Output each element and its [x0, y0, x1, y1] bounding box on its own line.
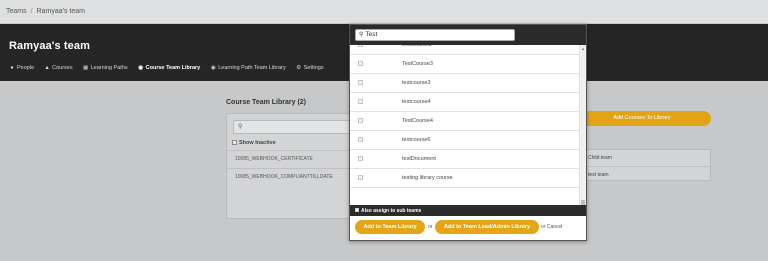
add-to-lead-admin-library-button[interactable]: Add to Team Lead/Admin Library — [435, 220, 539, 234]
add-to-team-library-button[interactable]: Add to Team Library — [355, 220, 425, 234]
course-checkbox[interactable] — [358, 99, 363, 104]
gear-icon: ⚙ — [296, 65, 302, 71]
course-item[interactable]: testCourse2 — [350, 45, 579, 55]
nav-item-learning-path-team-library[interactable]: ◉ Learning Path Team Library — [210, 65, 286, 71]
course-checkbox[interactable] — [358, 118, 363, 123]
nav-label: Courses — [52, 65, 73, 71]
course-item[interactable]: testDocument — [350, 150, 579, 169]
course-name: testcourse4 — [402, 99, 431, 105]
breadcrumb-current: Ramyaa's team — [36, 8, 85, 15]
modal-footer: Add to Team Library or Add to Team Lead/… — [350, 216, 586, 240]
breadcrumb-separator: / — [30, 8, 33, 15]
breadcrumb-teams-link[interactable]: Teams — [6, 8, 27, 15]
nav-label: Course Team Library — [145, 65, 201, 71]
nav-item-courses[interactable]: ▲ Courses — [44, 65, 72, 71]
nav-item-people[interactable]: ● People — [9, 65, 34, 71]
search-value: Test — [365, 31, 378, 38]
course-name: testing library course — [402, 175, 453, 181]
nav-label: Learning Paths — [90, 65, 128, 71]
library-title: Course Team Library (2) — [226, 99, 307, 106]
scroll-up-arrow-icon[interactable]: ▲ — [581, 46, 585, 51]
add-courses-modal: ⚲ Test testCourse2 TestCourse3 testcourse… — [349, 24, 587, 241]
cancel-link[interactable]: or Cancel — [541, 224, 562, 230]
sub-team-item[interactable]: Child team — [574, 150, 710, 165]
course-name: testDocument — [402, 156, 436, 162]
course-checkbox[interactable] — [358, 156, 363, 161]
search-icon: ⚲ — [359, 32, 364, 38]
show-inactive-checkbox[interactable] — [232, 140, 237, 145]
course-item[interactable]: testcourse4 — [350, 93, 579, 112]
course-checkbox[interactable] — [358, 137, 363, 142]
course-item[interactable]: testing library course — [350, 169, 579, 188]
nav-item-learning-paths[interactable]: ▦ Learning Paths — [83, 65, 128, 71]
users-icon: ◉ — [138, 65, 144, 71]
graduation-cap-icon: ▲ — [44, 65, 50, 71]
library-card: ⚲ Show Inactive 10085_WEBHOOK_CERTIFICAT… — [226, 113, 354, 219]
course-checkbox[interactable] — [358, 45, 363, 47]
show-inactive-toggle[interactable]: Show Inactive — [232, 140, 276, 146]
search-icon: ⚲ — [238, 124, 243, 130]
library-search-input[interactable]: ⚲ — [233, 120, 351, 134]
course-list-scrollbar[interactable]: ▲ — [579, 45, 586, 227]
assign-sub-teams-option[interactable]: Also assign to sub teams — [350, 205, 586, 216]
person-icon: ● — [10, 65, 14, 71]
users-icon: ◉ — [210, 65, 216, 71]
course-item[interactable]: TestCourse4 — [350, 112, 579, 131]
assign-sub-teams-label: Also assign to sub teams — [361, 208, 422, 214]
course-name: testcourse3 — [402, 80, 431, 86]
course-search-input[interactable]: ⚲ Test — [355, 29, 515, 41]
course-item[interactable]: TestCourse3 — [350, 55, 579, 74]
nav-label: People — [17, 65, 35, 71]
course-checkbox[interactable] — [358, 175, 363, 180]
course-list: testCourse2 TestCourse3 testcourse3 test… — [350, 45, 586, 227]
add-courses-to-library-button[interactable]: Add Courses To Library — [573, 111, 711, 126]
page-title: Ramyaa's team — [9, 40, 90, 52]
course-name: testCourse2 — [402, 45, 432, 48]
sub-team-item[interactable]: test team — [574, 166, 710, 181]
nav-label: Learning Path Team Library — [218, 65, 286, 71]
course-name: testcourse6 — [402, 137, 431, 143]
show-inactive-label: Show Inactive — [239, 140, 276, 146]
nav-label: Settings — [303, 65, 324, 71]
assign-sub-teams-checkbox[interactable] — [355, 208, 359, 212]
course-name: TestCourse3 — [402, 61, 433, 67]
course-checkbox[interactable] — [358, 61, 363, 66]
nav-item-course-team-library[interactable]: ◉ Course Team Library — [138, 65, 201, 71]
book-icon: ▦ — [83, 65, 89, 71]
modal-header: ⚲ Test — [350, 25, 586, 45]
library-row[interactable]: 10085_WEBHOOK_COMPLIANTTILLDATE — [227, 168, 353, 186]
breadcrumb: Teams / Ramyaa's team — [0, 0, 768, 24]
team-nav: ● People ▲ Courses ▦ Learning Paths ◉ Course… — [9, 65, 334, 71]
or-separator: or — [428, 224, 433, 230]
course-item[interactable]: testcourse3 — [350, 74, 579, 93]
sub-team-list: Child team test team — [573, 149, 711, 181]
nav-item-settings[interactable]: ⚙ Settings — [296, 65, 324, 71]
course-item[interactable]: testcourse6 — [350, 131, 579, 150]
course-checkbox[interactable] — [358, 80, 363, 85]
course-name: TestCourse4 — [402, 118, 433, 124]
library-row[interactable]: 10085_WEBHOOK_CERTIFICATE — [227, 150, 353, 168]
